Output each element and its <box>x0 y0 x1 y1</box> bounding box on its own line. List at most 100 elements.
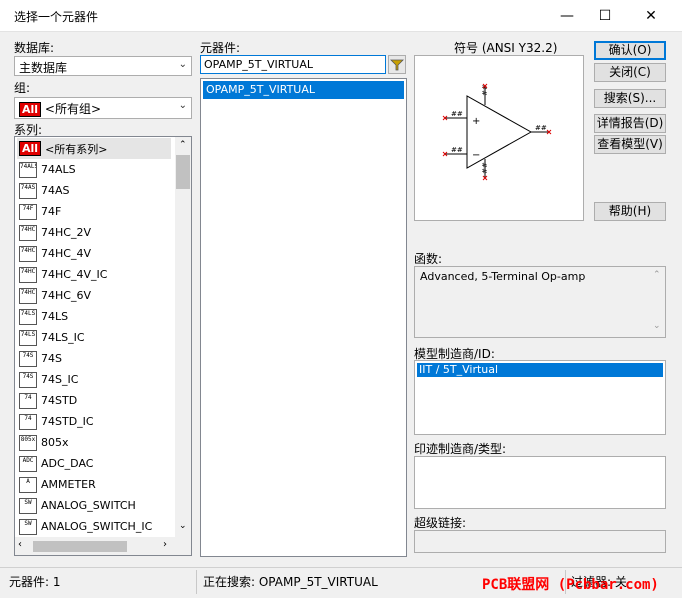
family-chip-icon: 74S <box>19 371 37 388</box>
family-chip-icon: 74HC <box>19 245 37 262</box>
hyperlink-label: 超级链接: <box>414 516 467 530</box>
scroll-right-icon[interactable]: › <box>163 539 167 550</box>
filter-icon[interactable] <box>388 55 406 74</box>
family-item[interactable]: SW ANALOG_SWITCH_IC <box>19 516 152 537</box>
scroll-left-icon[interactable]: ‹ <box>18 539 22 550</box>
family-chip-icon: 74 <box>19 392 37 409</box>
family-item[interactable]: All <所有系列> <box>17 138 171 159</box>
watermark-text: PCB联盟网 (Pcbbar.com) <box>482 577 659 593</box>
component-list[interactable]: OPAMP_5T_VIRTUAL <box>200 78 407 557</box>
scroll-up-icon[interactable]: ⌃ <box>653 270 661 280</box>
symbol-label: 符号 (ANSI Y32.2) <box>454 41 558 55</box>
family-item[interactable]: 74LS 74LS <box>19 306 68 327</box>
footprint-manufacturer-list[interactable] <box>414 456 666 509</box>
family-item-label: ANALOG_SWITCH <box>41 499 136 512</box>
function-label: 函数: <box>414 252 443 266</box>
family-horizontal-scrollbar[interactable]: ‹ › <box>15 537 191 555</box>
family-item-label: 74S <box>41 352 62 365</box>
function-value: Advanced, 5-Terminal Op-amp <box>420 270 586 283</box>
family-item-label: 74LS_IC <box>41 331 85 344</box>
scrollbar-thumb[interactable] <box>176 155 190 189</box>
svg-text:##: ## <box>451 146 463 154</box>
family-item-label: 74HC_2V <box>41 226 91 239</box>
family-item-label: AMMETER <box>41 478 96 491</box>
family-item-label: 74S_IC <box>41 373 79 386</box>
family-item[interactable]: A AMMETER <box>19 474 96 495</box>
family-item-label: 805x <box>41 436 69 449</box>
scroll-down-icon[interactable]: ⌄ <box>179 521 187 531</box>
component-item[interactable]: OPAMP_5T_VIRTUAL <box>203 81 404 99</box>
family-item-label: 74HC_4V <box>41 247 91 260</box>
status-component-count: 元器件: 1 <box>9 575 61 589</box>
family-chip-icon: 74F <box>19 203 37 220</box>
model-manufacturer-list[interactable]: IIT / 5T_Virtual <box>414 360 666 435</box>
family-chip-icon: SW <box>19 518 37 535</box>
model-manufacturer-item[interactable]: IIT / 5T_Virtual <box>417 363 663 377</box>
footprint-manufacturer-label: 印迹制造商/类型: <box>414 442 507 456</box>
family-chip-icon: 74LS <box>19 308 37 325</box>
function-panel: Advanced, 5-Terminal Op-amp ⌃ ⌄ <box>414 266 666 338</box>
component-search-value: OPAMP_5T_VIRTUAL <box>204 58 313 71</box>
ok-button[interactable]: 确认(O) <box>594 41 666 60</box>
database-label: 数据库: <box>14 41 55 55</box>
family-item[interactable]: ADC ADC_DAC <box>19 453 93 474</box>
family-item[interactable]: 74 74STD_IC <box>19 411 94 432</box>
family-item[interactable]: 74LS 74LS_IC <box>19 327 85 348</box>
status-divider <box>196 570 197 594</box>
all-group-icon: All <box>19 102 42 117</box>
family-item[interactable]: 74AS 74AS <box>19 180 70 201</box>
family-item-label: 74F <box>41 205 62 218</box>
component-search-input[interactable]: OPAMP_5T_VIRTUAL <box>200 55 386 74</box>
family-item[interactable]: 74HC 74HC_4V <box>19 243 91 264</box>
group-select[interactable]: All <所有组> ⌄ <box>14 97 192 119</box>
family-item[interactable]: 74HC 74HC_2V <box>19 222 91 243</box>
family-item-label: ADC_DAC <box>41 457 94 470</box>
svg-text:##: ## <box>451 110 463 118</box>
close-button[interactable]: 关闭(C) <box>594 63 666 82</box>
search-button[interactable]: 搜索(S)... <box>594 89 666 108</box>
scroll-down-icon[interactable]: ⌄ <box>653 321 661 331</box>
database-value: 主数据库 <box>19 61 68 75</box>
help-button[interactable]: 帮助(H) <box>594 202 666 221</box>
group-value: <所有组> <box>44 102 102 116</box>
scrollbar-thumb[interactable] <box>33 541 127 552</box>
family-item[interactable]: 74HC 74HC_6V <box>19 285 91 306</box>
family-list[interactable]: All <所有系列> 74ALS 74ALS 74AS 74AS 74F 74F 74HC 74H… <box>14 136 192 556</box>
family-item[interactable]: 74S 74S <box>19 348 62 369</box>
family-item-label: 74ALS <box>41 163 76 176</box>
function-scrollbar[interactable]: ⌃ ⌄ <box>649 267 665 337</box>
status-searching: 正在搜索: OPAMP_5T_VIRTUAL <box>203 575 378 589</box>
family-item[interactable]: 74S 74S_IC <box>19 369 78 390</box>
close-window-button[interactable]: ✕ <box>628 0 674 32</box>
database-select[interactable]: 主数据库 ⌄ <box>14 56 192 76</box>
family-chip-icon: 74HC <box>19 266 37 283</box>
maximize-button[interactable]: ☐ <box>582 0 628 32</box>
all-family-icon: All <box>19 141 42 156</box>
group-label: 组: <box>14 81 31 95</box>
family-item[interactable]: SW ANALOG_SWITCH <box>19 495 136 516</box>
detail-report-button[interactable]: 详情报告(D) <box>594 114 666 133</box>
family-chip-icon: 74HC <box>19 224 37 241</box>
family-item[interactable]: 805x 805x <box>19 432 69 453</box>
family-item-label: 74HC_4V_IC <box>41 268 108 281</box>
chevron-down-icon: ⌄ <box>178 59 187 70</box>
family-item[interactable]: 74ALS 74ALS <box>19 159 76 180</box>
chevron-down-icon: ⌄ <box>178 100 187 111</box>
scroll-up-icon[interactable]: ⌃ <box>179 140 187 150</box>
family-vertical-scrollbar[interactable]: ⌃ ⌄ <box>175 137 191 537</box>
symbol-preview: + − ## ## ## ## ## <box>414 55 584 221</box>
component-label: 元器件: <box>200 41 241 55</box>
family-item[interactable]: 74 74STD <box>19 390 77 411</box>
family-item[interactable]: 74HC 74HC_4V_IC <box>19 264 107 285</box>
view-model-button[interactable]: 查看模型(V) <box>594 135 666 154</box>
family-chip-icon: 74LS <box>19 329 37 346</box>
svg-text:##: ## <box>481 162 489 174</box>
family-item-label: 74HC_6V <box>41 289 91 302</box>
family-item[interactable]: 74F 74F <box>19 201 61 222</box>
family-chip-icon: 74 <box>19 413 37 430</box>
family-chip-icon: 74HC <box>19 287 37 304</box>
family-item-label: 74LS <box>41 310 69 323</box>
opamp-symbol-icon: + − ## ## ## ## ## <box>442 83 552 181</box>
hyperlink-field[interactable] <box>414 530 666 553</box>
status-bar: 元器件: 1 正在搜索: OPAMP_5T_VIRTUAL 过滤器: 关 PCB… <box>0 567 682 598</box>
